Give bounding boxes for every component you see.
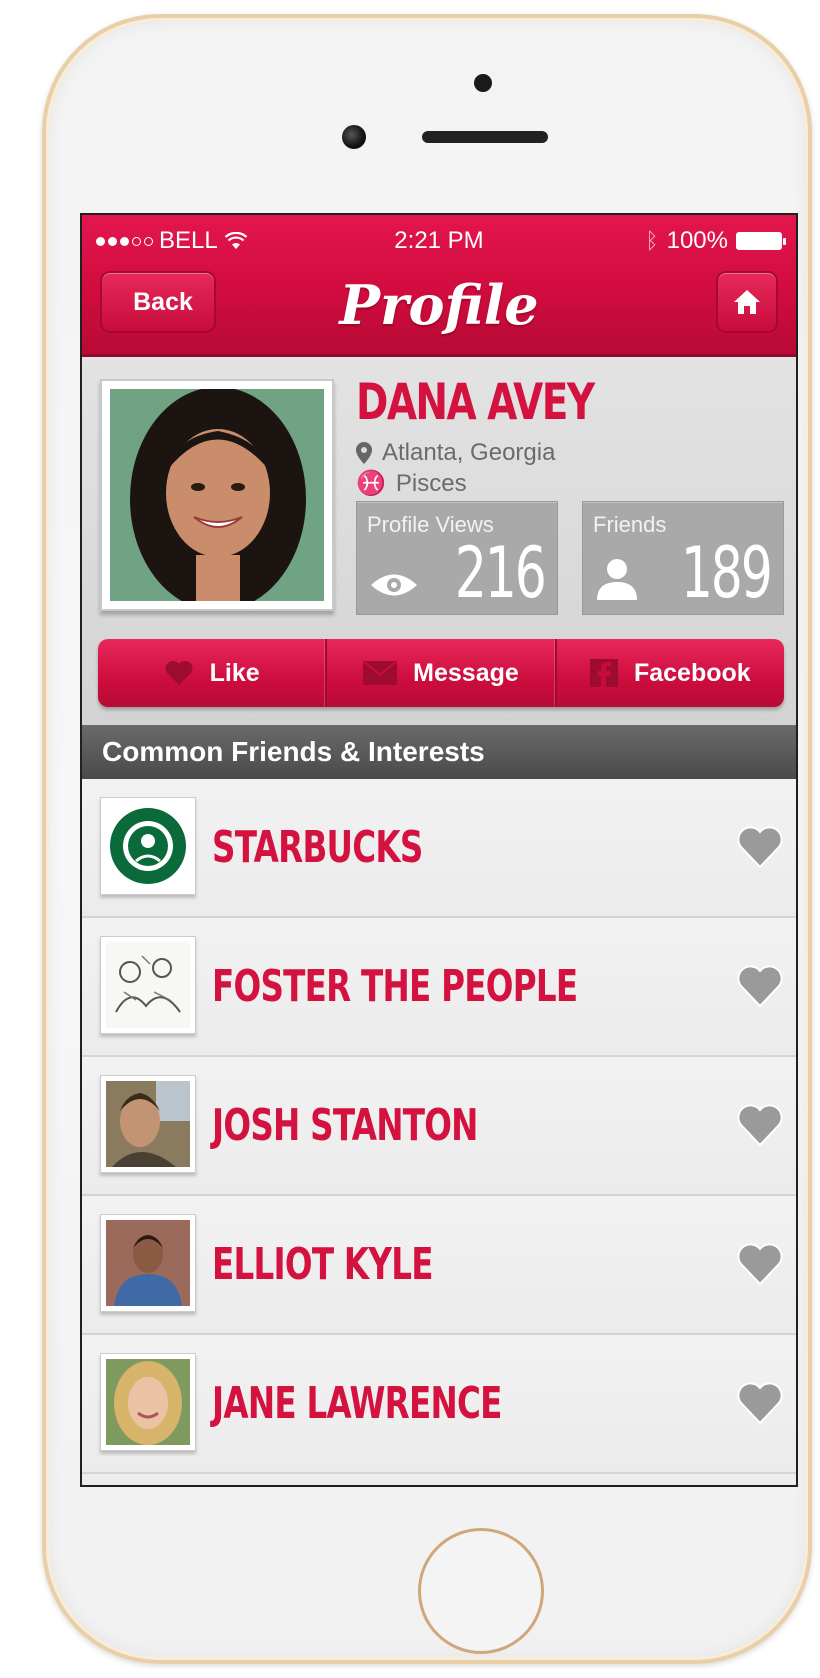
like-button[interactable]: Like: [98, 639, 328, 707]
envelope-icon: [363, 661, 398, 685]
facebook-button[interactable]: Facebook: [557, 639, 784, 707]
starbucks-logo-icon: [106, 803, 190, 889]
message-button[interactable]: Message: [327, 639, 557, 707]
heart-icon: [165, 661, 193, 685]
nav-bar: Back Profile: [82, 263, 796, 353]
profile-name: DANA AVEY: [356, 373, 595, 431]
heart-icon[interactable]: [736, 1103, 784, 1147]
eye-icon: [371, 574, 417, 596]
home-button[interactable]: [418, 1528, 544, 1654]
proximity-sensor: [474, 74, 492, 92]
header: BELL 2:21 PM ᛒ 100% Back Profile: [82, 215, 796, 357]
heart-icon[interactable]: [736, 1242, 784, 1286]
app-screen: BELL 2:21 PM ᛒ 100% Back Profile DANA AV…: [80, 213, 798, 1487]
heart-icon[interactable]: [736, 825, 784, 869]
action-bar: Like Message Facebook: [98, 639, 784, 707]
item-thumbnail: [100, 1214, 196, 1312]
list-item[interactable]: JANE LAWRENCE: [82, 1335, 796, 1474]
message-label: Message: [413, 658, 519, 687]
earpiece-speaker: [422, 131, 548, 143]
section-header: Common Friends & Interests: [82, 725, 796, 779]
right-status: ᛒ 100%: [645, 227, 786, 255]
pisces-icon: ♓: [356, 470, 386, 497]
battery-icon: [736, 232, 786, 250]
item-thumbnail: [100, 1353, 196, 1451]
bluetooth-icon: ᛒ: [645, 228, 659, 253]
avatar[interactable]: [100, 379, 334, 611]
item-thumbnail: [100, 797, 196, 895]
friends-label: Friends: [593, 512, 667, 537]
friends-stat[interactable]: Friends 189: [582, 501, 784, 615]
item-label: JOSH STANTON: [212, 1100, 478, 1151]
profile-location: Atlanta, Georgia: [356, 439, 555, 467]
list-item[interactable]: ELLIOT KYLE: [82, 1196, 796, 1335]
page-title: Profile: [339, 273, 539, 337]
facebook-icon: [589, 659, 618, 687]
friend-avatar: [106, 1359, 190, 1445]
profile-card: DANA AVEY Atlanta, Georgia ♓ Pisces Prof…: [82, 357, 796, 725]
battery-percent: 100%: [666, 227, 728, 254]
item-label: JANE LAWRENCE: [212, 1378, 502, 1429]
item-label: ELLIOT KYLE: [212, 1239, 433, 1290]
profile-views-value: 216: [455, 532, 547, 614]
list-item[interactable]: JOSH STANTON: [82, 1057, 796, 1196]
facebook-label: Facebook: [633, 658, 751, 687]
item-label: FOSTER THE PEOPLE: [212, 961, 578, 1012]
like-label: Like: [209, 658, 260, 687]
profile-sign: ♓ Pisces: [356, 469, 467, 498]
profile-photo-image: [110, 389, 324, 601]
home-nav-button[interactable]: [716, 271, 778, 333]
heart-icon[interactable]: [736, 1381, 784, 1425]
list-item[interactable]: STARBUCKS: [82, 779, 796, 918]
front-camera: [342, 125, 366, 149]
interest-list: STARBUCKS FOSTER THE PEOPLE JOSH STANTON…: [82, 779, 796, 1474]
item-thumbnail: [100, 1075, 196, 1173]
item-label: STARBUCKS: [212, 822, 423, 873]
item-thumbnail: [100, 936, 196, 1034]
profile-views-stat: Profile Views 216: [356, 501, 558, 615]
friend-avatar: [106, 1220, 190, 1306]
band-artwork-icon: [106, 942, 190, 1028]
location-text: Atlanta, Georgia: [382, 439, 556, 466]
person-icon: [597, 559, 637, 600]
profile-photo: [110, 389, 324, 601]
map-pin-icon: [356, 442, 372, 464]
status-bar: BELL 2:21 PM ᛒ 100%: [82, 215, 796, 263]
home-icon: [734, 290, 760, 314]
friends-value: 189: [681, 532, 773, 614]
friend-avatar: [106, 1081, 190, 1167]
sign-text: Pisces: [395, 469, 467, 497]
list-item[interactable]: FOSTER THE PEOPLE: [82, 918, 796, 1057]
heart-icon[interactable]: [736, 964, 784, 1008]
